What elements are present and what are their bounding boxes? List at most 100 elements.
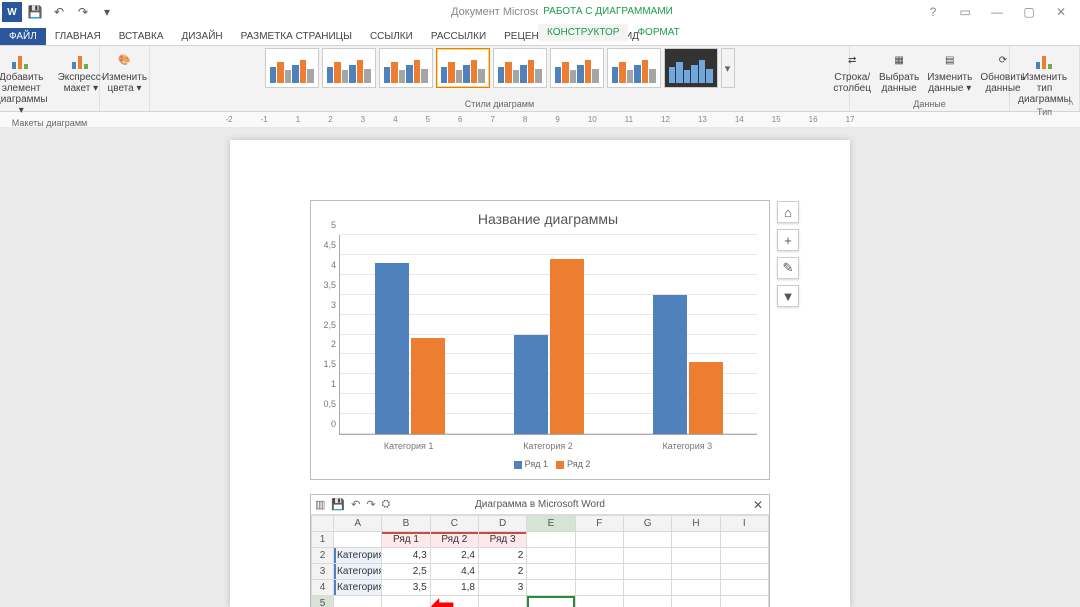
collapse-ribbon-icon[interactable]: ˄ — [1068, 98, 1074, 109]
styles-more-button[interactable]: ▾ — [721, 48, 735, 88]
help-icon[interactable]: ? — [918, 5, 948, 19]
change-colors-button[interactable]: 🎨Изменить цвета ▾ — [99, 48, 150, 95]
grid-cell[interactable] — [623, 580, 671, 596]
maximize-icon[interactable]: ▢ — [1014, 5, 1044, 19]
grid-cell[interactable] — [672, 580, 720, 596]
horizontal-ruler[interactable]: -2-11234567891011121314151617 — [0, 112, 1080, 128]
tab-design[interactable]: ДИЗАЙН — [173, 28, 232, 45]
tab-mailings[interactable]: РАССЫЛКИ — [422, 28, 495, 45]
change-chart-type-button[interactable]: Изменить тип диаграммы — [1015, 48, 1074, 106]
chart-style-thumb[interactable] — [265, 48, 319, 88]
grid-cell[interactable]: 2,4 — [430, 548, 478, 564]
minimize-icon[interactable]: — — [982, 5, 1012, 19]
chart-styles-gallery[interactable]: ▾ — [265, 48, 735, 88]
tab-references[interactable]: ССЫЛКИ — [361, 28, 422, 45]
grid-cell[interactable] — [478, 596, 526, 607]
close-icon[interactable]: ✕ — [1046, 5, 1076, 19]
sheet-close-button[interactable]: ✕ — [753, 498, 763, 512]
grid-cell[interactable] — [575, 532, 623, 548]
grid-cell[interactable] — [672, 532, 720, 548]
chart-bar[interactable] — [375, 263, 409, 434]
col-header[interactable]: E — [527, 516, 575, 532]
row-header[interactable]: 5 — [312, 596, 334, 607]
tab-insert[interactable]: ВСТАВКА — [110, 28, 173, 45]
grid-cell[interactable] — [575, 548, 623, 564]
col-header[interactable]: G — [623, 516, 671, 532]
col-header[interactable]: D — [478, 516, 526, 532]
col-header[interactable]: A — [334, 516, 382, 532]
grid-cell[interactable]: Ряд 3 — [478, 532, 526, 548]
row-header[interactable]: 3 — [312, 564, 334, 580]
grid-cell[interactable]: 4,3 — [382, 548, 430, 564]
chart-style-thumb[interactable] — [664, 48, 718, 88]
sheet-save-icon[interactable]: 💾 — [331, 498, 345, 511]
chart-title[interactable]: Название диаграммы — [339, 211, 757, 227]
tab-home[interactable]: ГЛАВНАЯ — [46, 28, 110, 45]
chart-style-thumb[interactable] — [493, 48, 547, 88]
grid-cell[interactable] — [382, 596, 430, 607]
grid-cell[interactable] — [623, 548, 671, 564]
grid-cell[interactable]: Ряд 2 — [430, 532, 478, 548]
grid-cell[interactable] — [527, 580, 575, 596]
grid-cell[interactable] — [575, 580, 623, 596]
col-header[interactable]: I — [720, 516, 768, 532]
grid-cell[interactable]: Категория 1 — [334, 548, 382, 564]
chart-object[interactable]: Название диаграммы 00,511,522,533,544,55… — [310, 200, 770, 480]
grid-cell[interactable]: 3,5 — [382, 580, 430, 596]
app-icon[interactable]: W — [2, 2, 22, 22]
tab-chart-format[interactable]: ФОРМАТ — [628, 24, 688, 41]
chart-style-thumb[interactable] — [436, 48, 490, 88]
grid-cell[interactable]: 2 — [478, 548, 526, 564]
grid-cell[interactable] — [527, 548, 575, 564]
grid-cell[interactable] — [527, 596, 575, 607]
chart-style-thumb[interactable] — [322, 48, 376, 88]
col-header[interactable]: C — [430, 516, 478, 532]
grid-cell[interactable] — [527, 532, 575, 548]
col-header[interactable]: H — [672, 516, 720, 532]
edit-data-button[interactable]: ▤Изменить данные ▾ — [924, 48, 975, 95]
add-chart-element-button[interactable]: Добавить элемент диаграммы ▾ — [0, 48, 51, 117]
row-header[interactable]: 2 — [312, 548, 334, 564]
col-header[interactable]: B — [382, 516, 430, 532]
grid-cell[interactable]: 3 — [478, 580, 526, 596]
grid-cell[interactable] — [720, 532, 768, 548]
col-header[interactable]: F — [575, 516, 623, 532]
chart-bar[interactable] — [653, 295, 687, 434]
chart-legend[interactable]: Ряд 1Ряд 2 — [339, 459, 757, 469]
grid-cell[interactable]: Категория 3 — [334, 580, 382, 596]
grid-cell[interactable] — [623, 596, 671, 607]
sheet-undo-icon[interactable]: ↶ — [351, 498, 360, 511]
chart-elements-button[interactable]: + — [777, 229, 799, 251]
grid-cell[interactable] — [720, 580, 768, 596]
chart-bar[interactable] — [411, 338, 445, 434]
data-grid[interactable]: ABCDEFGHI1Ряд 1Ряд 2Ряд 32Категория 14,3… — [311, 515, 769, 607]
redo-icon[interactable]: ↷ — [72, 1, 94, 23]
grid-cell[interactable]: 2,5 — [382, 564, 430, 580]
chart-bar[interactable] — [514, 335, 548, 435]
grid-cell[interactable] — [623, 564, 671, 580]
grid-cell[interactable] — [672, 564, 720, 580]
save-icon[interactable]: 💾 — [24, 1, 46, 23]
chart-style-thumb[interactable] — [607, 48, 661, 88]
chart-layout-options-button[interactable]: ⌂ — [777, 201, 799, 223]
select-data-button[interactable]: ▦Выбрать данные — [876, 48, 922, 95]
grid-cell[interactable] — [623, 532, 671, 548]
chart-bar[interactable] — [689, 362, 723, 434]
grid-cell[interactable] — [720, 596, 768, 607]
grid-cell[interactable] — [672, 596, 720, 607]
grid-cell[interactable]: 1,8 — [430, 580, 478, 596]
grid-cell[interactable] — [430, 596, 478, 607]
chart-bar[interactable] — [550, 259, 584, 434]
ribbon-opts-icon[interactable]: ▭ — [950, 5, 980, 19]
chart-style-thumb[interactable] — [550, 48, 604, 88]
grid-cell[interactable] — [334, 532, 382, 548]
tab-chart-design[interactable]: КОНСТРУКТОР — [538, 24, 628, 41]
chart-styles-button[interactable]: ✎ — [777, 257, 799, 279]
switch-row-col-button[interactable]: ⇄Строка/ столбец — [830, 48, 874, 95]
sheet-options-icon[interactable]: ⛭ — [382, 498, 391, 511]
row-header[interactable]: 1 — [312, 532, 334, 548]
row-header[interactable]: 4 — [312, 580, 334, 596]
grid-cell[interactable] — [575, 564, 623, 580]
chart-plot-area[interactable]: 00,511,522,533,544,55 — [339, 235, 757, 435]
undo-icon[interactable]: ↶ — [48, 1, 70, 23]
